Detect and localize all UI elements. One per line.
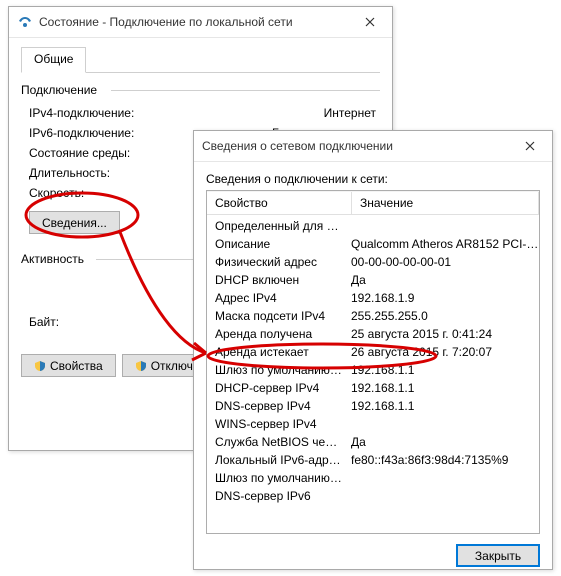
titlebar: Состояние - Подключение по локальной сет… [9,7,392,38]
cell-value: Да [343,272,539,288]
col-property[interactable]: Свойство [207,192,352,214]
row-ipv4: IPv4-подключение:Интернет [29,103,380,123]
list-row[interactable]: DNS-сервер IPv6 [207,487,539,505]
cell-property: DHCP включен [207,272,343,288]
window-title: Состояние - Подключение по локальной сет… [39,15,347,29]
close-button[interactable] [347,7,392,37]
cell-property: Аренда получена [207,326,343,342]
cell-property: WINS-сервер IPv4 [207,416,343,432]
cell-property: Маска подсети IPv4 [207,308,343,324]
cell-property: Определенный для по... [207,218,343,234]
cell-value: 192.168.1.9 [343,290,539,306]
col-value[interactable]: Значение [352,192,539,214]
properties-button[interactable]: Свойства [21,354,116,377]
cell-property: Шлюз по умолчанию IP... [207,362,343,378]
close-icon [365,17,375,27]
shield-icon [34,360,46,372]
list-row[interactable]: Аренда истекает26 августа 2015 г. 7:20:0… [207,343,539,361]
list-row[interactable]: ОписаниеQualcomm Atheros AR8152 PCI-E Fa… [207,235,539,253]
shield-icon [135,360,147,372]
list-row[interactable]: Маска подсети IPv4255.255.255.0 [207,307,539,325]
cell-value: 25 августа 2015 г. 0:41:24 [343,326,539,342]
cell-value [343,416,539,432]
cell-property: Адрес IPv4 [207,290,343,306]
details-window: Сведения о сетевом подключении Сведения … [193,130,553,570]
cell-value: 255.255.255.0 [343,308,539,324]
cell-value: Да [343,434,539,450]
group-connection-label: Подключение [21,83,380,97]
close-icon [525,141,535,151]
list-header[interactable]: Свойство Значение [207,191,539,215]
cell-value: Qualcomm Atheros AR8152 PCI-E Fast Et [343,236,539,252]
cell-property: Локальный IPv6-адрес... [207,452,343,468]
list-row[interactable]: Служба NetBIOS чере...Да [207,433,539,451]
cell-property: DNS-сервер IPv4 [207,398,343,414]
close-button[interactable] [507,131,552,161]
list-row[interactable]: DNS-сервер IPv4192.168.1.1 [207,397,539,415]
list-row[interactable]: Физический адрес00-00-00-00-00-01 [207,253,539,271]
window-title: Сведения о сетевом подключении [202,139,507,153]
list-row[interactable]: Определенный для по... [207,217,539,235]
cell-value: 00-00-00-00-00-01 [343,254,539,270]
list-row[interactable]: Шлюз по умолчанию IP...192.168.1.1 [207,361,539,379]
list-row[interactable]: DHCP включенДа [207,271,539,289]
cell-property: DNS-сервер IPv6 [207,488,343,504]
cell-value: 192.168.1.1 [343,398,539,414]
close-dialog-button[interactable]: Закрыть [456,544,540,567]
cell-value: 192.168.1.1 [343,362,539,378]
cell-property: Шлюз по умолчанию IP... [207,470,343,486]
cell-value [343,470,539,486]
cell-value: 26 августа 2015 г. 7:20:07 [343,344,539,360]
details-button[interactable]: Сведения... [29,211,120,234]
cell-value: fe80::f43a:86f3:98d4:7135%9 [343,452,539,468]
details-list[interactable]: Свойство Значение Определенный для по...… [206,190,540,534]
list-row[interactable]: Аренда получена25 августа 2015 г. 0:41:2… [207,325,539,343]
details-subtitle: Сведения о подключении к сети: [206,172,540,186]
list-row[interactable]: Шлюз по умолчанию IP... [207,469,539,487]
cell-property: Служба NetBIOS чере... [207,434,343,450]
tab-general[interactable]: Общие [21,47,86,73]
cell-property: Физический адрес [207,254,343,270]
tabs: Общие [21,46,380,73]
list-row[interactable]: Локальный IPv6-адрес...fe80::f43a:86f3:9… [207,451,539,469]
list-row[interactable]: WINS-сервер IPv4 [207,415,539,433]
cell-value: 192.168.1.1 [343,380,539,396]
cell-value [343,488,539,504]
network-icon [17,14,33,30]
cell-property: Аренда истекает [207,344,343,360]
cell-property: DHCP-сервер IPv4 [207,380,343,396]
list-row[interactable]: DHCP-сервер IPv4192.168.1.1 [207,379,539,397]
cell-property: Описание [207,236,343,252]
titlebar: Сведения о сетевом подключении [194,131,552,162]
list-row[interactable]: Адрес IPv4192.168.1.9 [207,289,539,307]
cell-value [343,218,539,234]
